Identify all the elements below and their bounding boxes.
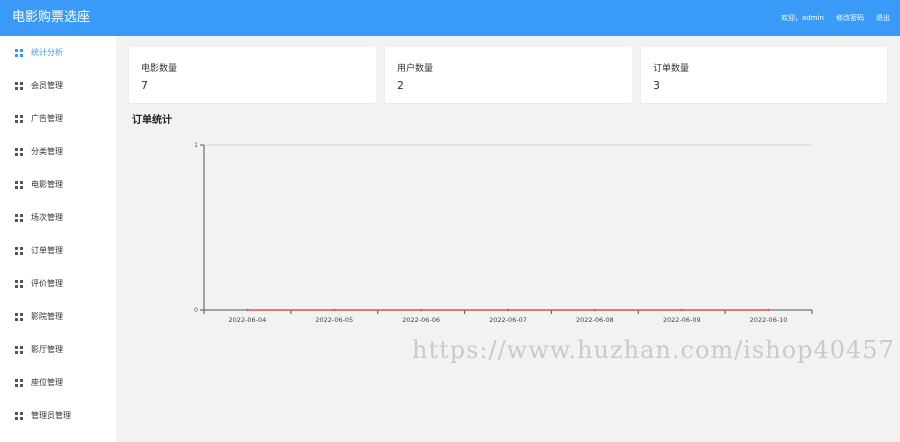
grid-icon	[15, 312, 23, 321]
x-tick-label: 2022-06-05	[315, 316, 353, 324]
sidebar-item-label: 座位管理	[31, 378, 63, 387]
watermark-text: https://www.huzhan.com/ishop40457	[412, 336, 895, 364]
logout-link[interactable]: 退出	[876, 13, 890, 23]
grid-icon	[15, 246, 23, 255]
grid-icon	[15, 345, 23, 354]
x-tick-label: 2022-06-10	[750, 316, 788, 324]
grid-icon	[15, 48, 23, 57]
stat-title: 用户数量	[397, 64, 434, 74]
order-line-chart: 0 1 2022-06-04 2022-06-05 2022-06-06 2022-06-…	[194, 142, 813, 324]
stat-value: 7	[141, 79, 148, 92]
sidebar-item-orders[interactable]: 订单管理	[0, 234, 116, 267]
stat-card-movies: 电影数量 7	[129, 47, 376, 103]
stat-card-orders: 订单数量 3	[641, 47, 887, 103]
data-point	[246, 308, 249, 312]
header-actions: 欢迎，admin 修改密码 退出	[781, 0, 890, 36]
sidebar-item-label: 广告管理	[31, 114, 63, 123]
y-tick-label: 1	[194, 142, 198, 149]
x-tick-label: 2022-06-08	[576, 316, 614, 324]
sidebar-item-label: 评价管理	[31, 279, 63, 288]
top-header: 电影购票选座 欢迎，admin 修改密码 退出	[0, 0, 900, 36]
sidebar-item-movies[interactable]: 电影管理	[0, 168, 116, 201]
sidebar-item-label: 电影管理	[31, 180, 63, 189]
order-stats-title: 订单统计	[132, 115, 172, 126]
sidebar-item-label: 会员管理	[31, 81, 63, 90]
x-tick-label: 2022-06-04	[229, 316, 267, 324]
data-point	[680, 308, 683, 312]
sidebar-item-members[interactable]: 会员管理	[0, 69, 116, 102]
stat-title: 订单数量	[653, 64, 690, 74]
sidebar-item-label: 订单管理	[31, 246, 63, 255]
stat-value: 2	[397, 79, 404, 92]
sidebar-item-ads[interactable]: 广告管理	[0, 102, 116, 135]
sidebar-item-statistics[interactable]: 统计分析	[0, 36, 116, 69]
x-tick-label: 2022-06-07	[489, 316, 527, 324]
stat-card-users: 用户数量 2	[385, 47, 632, 103]
grid-icon	[15, 81, 23, 90]
sidebar-item-label: 分类管理	[31, 147, 63, 156]
sidebar-item-label: 场次管理	[31, 213, 63, 222]
sidebar-item-seats[interactable]: 座位管理	[0, 366, 116, 399]
grid-icon	[15, 147, 23, 156]
sidebar: 统计分析 会员管理 广告管理 分类管理 电影管理 场次管理 订单管理 评价管理 …	[0, 36, 116, 442]
sidebar-item-label: 影院管理	[31, 312, 63, 321]
sidebar-item-categories[interactable]: 分类管理	[0, 135, 116, 168]
x-tick-label: 2022-06-06	[402, 316, 440, 324]
sidebar-item-halls[interactable]: 影厅管理	[0, 333, 116, 366]
data-point	[506, 308, 510, 312]
sidebar-item-reviews[interactable]: 评价管理	[0, 267, 116, 300]
sidebar-item-label: 统计分析	[31, 48, 63, 57]
data-point	[333, 308, 336, 312]
sidebar-item-admins[interactable]: 管理员管理	[0, 399, 116, 432]
stat-title: 电影数量	[141, 64, 178, 74]
grid-icon	[15, 180, 23, 189]
data-point	[593, 308, 597, 312]
app-title: 电影购票选座	[12, 10, 91, 25]
grid-icon	[15, 378, 23, 387]
sidebar-item-label: 影厅管理	[31, 345, 63, 354]
sidebar-item-cinemas[interactable]: 影院管理	[0, 300, 116, 333]
sidebar-item-label: 管理员管理	[31, 411, 71, 420]
change-password-link[interactable]: 修改密码	[836, 13, 864, 23]
grid-icon	[15, 213, 23, 222]
data-point	[767, 308, 770, 312]
stat-value: 3	[653, 79, 660, 92]
welcome-text: 欢迎，admin	[781, 14, 824, 22]
grid-icon	[15, 411, 23, 420]
data-point	[419, 308, 423, 312]
grid-icon	[15, 114, 23, 123]
y-tick-label: 0	[194, 307, 198, 314]
x-tick-label: 2022-06-09	[663, 316, 701, 324]
sidebar-item-showtimes[interactable]: 场次管理	[0, 201, 116, 234]
grid-icon	[15, 279, 23, 288]
